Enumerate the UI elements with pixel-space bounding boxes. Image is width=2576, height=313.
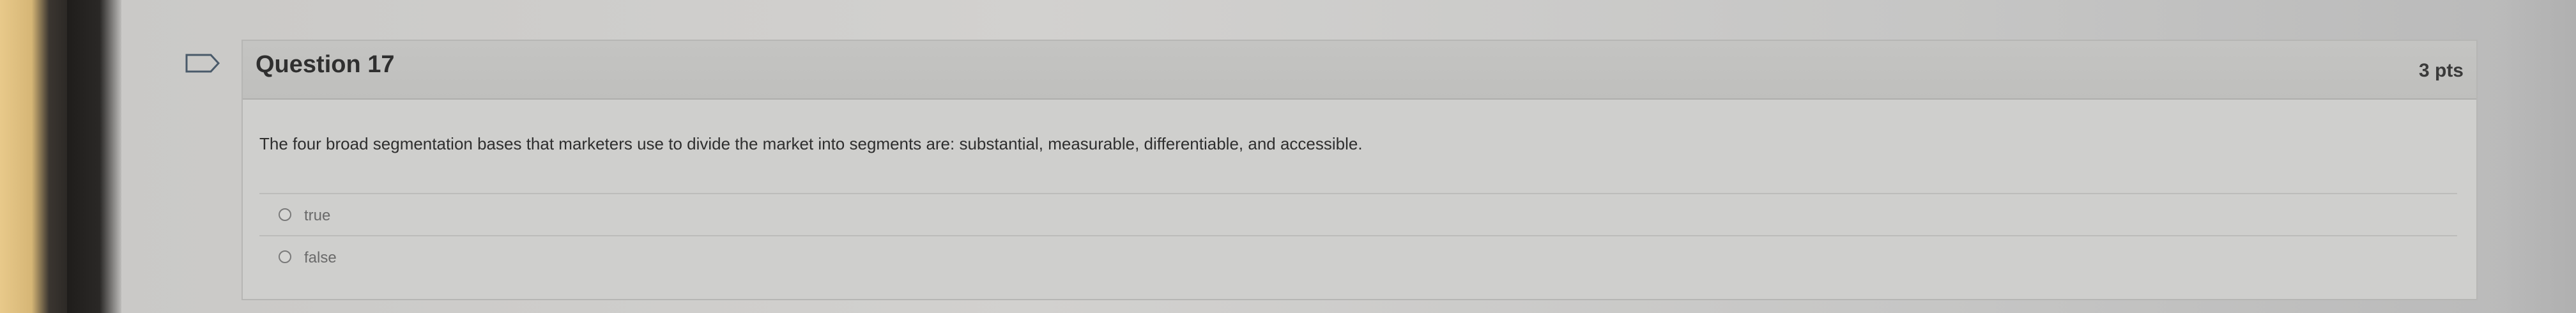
radio-button-false[interactable]: [279, 250, 291, 263]
answer-option-true[interactable]: true: [259, 193, 2457, 235]
question-text: The four broad segmentation bases that m…: [259, 134, 1363, 153]
answer-option-false[interactable]: false: [259, 235, 2457, 277]
monitor-bezel: [0, 0, 121, 313]
question-card: Question 17 3 pts The four broad segment…: [241, 40, 2478, 300]
question-title: Question 17: [256, 51, 395, 78]
question-points: 3 pts: [2418, 60, 2464, 81]
question-header: Question 17 3 pts: [243, 41, 2476, 100]
bookmark-flag-icon[interactable]: [185, 54, 220, 73]
answer-label-true: true: [304, 207, 331, 224]
answer-label-false: false: [304, 249, 337, 266]
screen-edge-shadow: [2499, 0, 2576, 313]
radio-button-true[interactable]: [279, 208, 291, 221]
